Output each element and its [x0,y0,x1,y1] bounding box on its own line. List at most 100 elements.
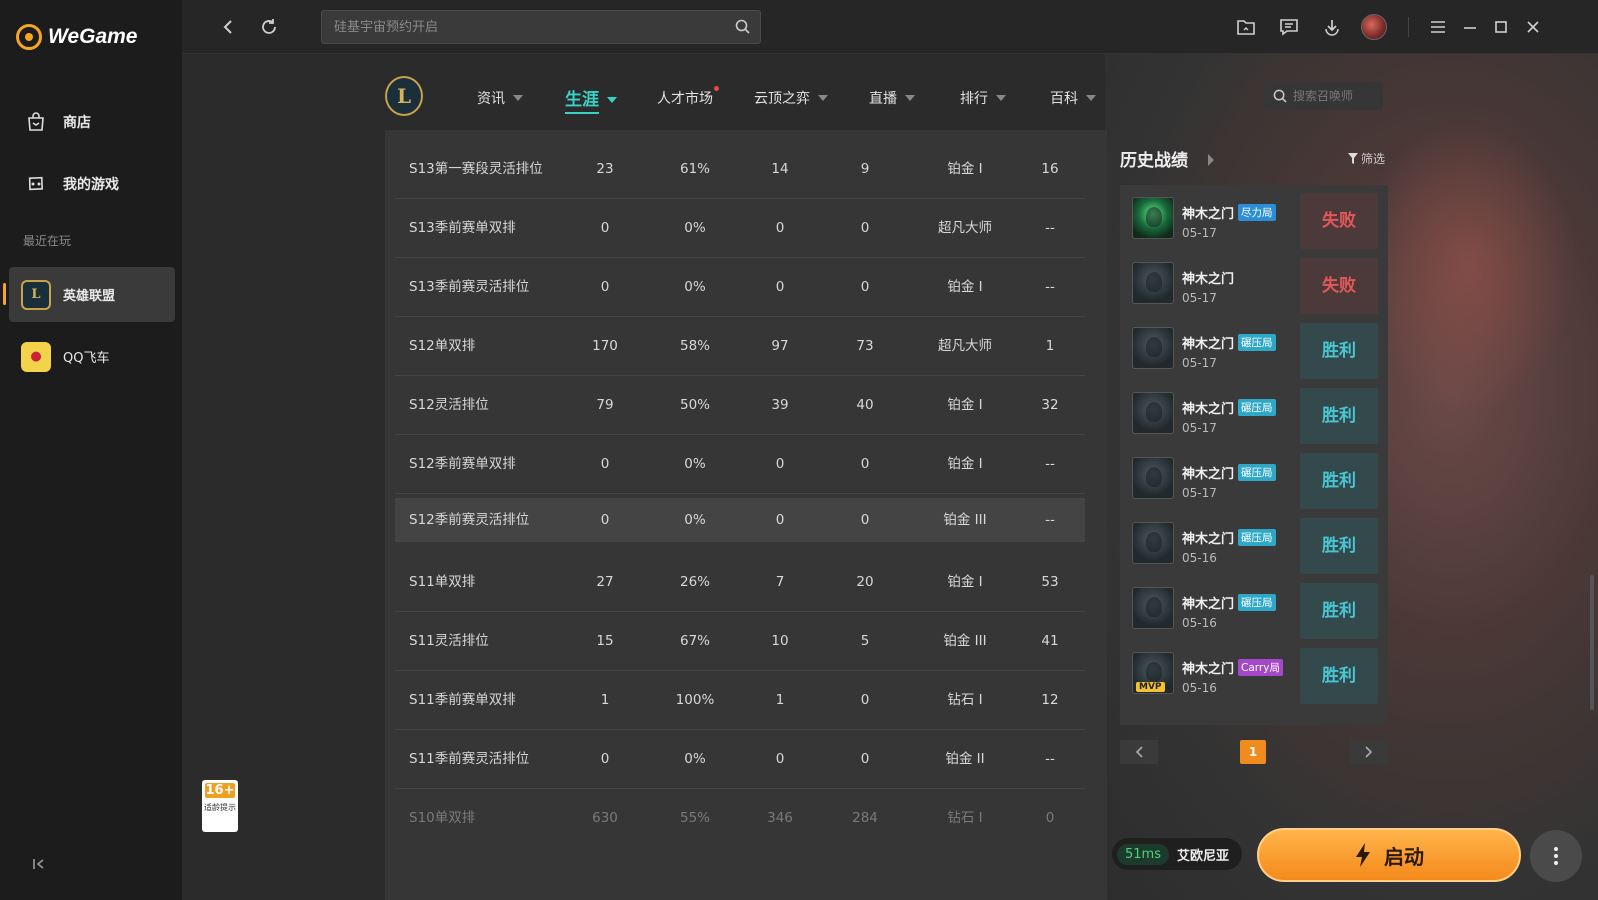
table-cell: 铂金 I [947,456,983,472]
table-cell: 超凡大师 [938,220,992,236]
nav-tab-news[interactable]: 资讯 [477,88,523,108]
minimize-button[interactable] [1456,13,1484,41]
champion-avatar [1132,262,1174,304]
match-result: 胜利 [1300,518,1378,574]
match-tag: 尽力局 [1238,204,1276,221]
sidebar-item-shop[interactable]: 商店 [9,98,175,146]
table-cell: 284 [852,810,878,826]
user-avatar[interactable] [1360,13,1388,41]
table-row[interactable]: S13季前赛灵活排位 0 0% 0 0 铂金 I -- [395,258,1085,317]
table-cell: 铂金 III [943,512,987,528]
table-row[interactable]: S11灵活排位 15 67% 10 5 铂金 III 41 [395,612,1085,671]
back-button[interactable] [214,13,242,41]
table-row[interactable]: S10单双排 630 55% 346 284 钻石 I 0 [395,789,1085,848]
chevron-right-icon [1365,746,1373,758]
match-history-title[interactable]: 历史战绩 [1120,146,1188,171]
folder-button[interactable] [1232,13,1260,41]
table-row[interactable]: S13第一赛段灵活排位 23 61% 14 9 铂金 I 16 [395,140,1085,199]
table-row[interactable]: S11季前赛灵活排位 0 0% 0 0 铂金 II -- [395,730,1085,789]
table-cell: 0% [684,279,706,295]
match-map-name: 神木之门 碾压局 [1182,593,1276,612]
download-icon [1325,20,1339,36]
table-cell: 170 [592,338,618,354]
match-history-item[interactable]: 神木之门 尽力局 05-17 失败 [1132,189,1378,249]
table-row[interactable]: S13季前赛单双排 0 0% 0 0 超凡大师 -- [395,199,1085,258]
refresh-button[interactable] [255,13,283,41]
match-history-item[interactable]: 神木之门 碾压局 05-16 胜利 [1132,579,1378,639]
table-cell: 16 [1041,161,1059,177]
table-row[interactable]: S12单双排 170 58% 97 73 超凡大师 1 [395,317,1085,376]
table-cell: -- [1045,512,1055,528]
filter-button[interactable]: 筛选 [1348,150,1385,167]
match-result: 胜利 [1300,648,1378,704]
global-search [321,10,761,44]
downloads-button[interactable] [1318,13,1346,41]
history-pagination: 1 [1120,740,1388,764]
table-cell: 1 [1045,338,1055,354]
table-cell: S11灵活排位 [409,633,489,649]
search-icon[interactable] [735,19,750,38]
table-cell: 铂金 I [947,279,983,295]
search-icon[interactable] [1273,89,1287,103]
summoner-search-input[interactable] [1293,89,1378,103]
match-history-item[interactable]: 神木之门 05-17 失败 [1132,254,1378,314]
table-cell: S10单双排 [409,810,476,826]
sidebar-item-label: 商店 [63,115,91,131]
sidebar-game-qq-speed[interactable]: ● QQ飞车 [9,329,175,384]
messages-button[interactable] [1275,13,1303,41]
sidebar-game-lol[interactable]: L 英雄联盟 [3,267,175,322]
table-row[interactable]: S12季前赛灵活排位 0 0% 0 0 铂金 III -- [395,498,1085,542]
table-cell: -- [1045,279,1055,295]
table-cell: 铂金 I [947,574,983,590]
collapse-sidebar-button[interactable] [30,855,48,873]
table-cell: 0 [860,512,870,528]
table-cell: 7 [775,574,785,590]
server-selector[interactable]: 51ms 艾欧尼亚 [1112,838,1242,870]
ping-value: 51ms [1117,843,1169,865]
table-cell: 0 [860,456,870,472]
match-history-item[interactable]: MVP 神木之门 Carry局 05-16 胜利 [1132,644,1378,704]
minimize-icon [1464,27,1476,29]
match-map-name: 神木之门 碾压局 [1182,528,1276,547]
table-cell: S13季前赛灵活排位 [409,279,530,295]
page-number[interactable]: 1 [1240,740,1266,764]
table-row[interactable]: S12季前赛单双排 0 0% 0 0 铂金 I -- [395,435,1085,494]
game-nav: L 资讯 生涯 人才市场 云顶之弈 直播 排行 百科 [385,76,1383,120]
page-scrollbar[interactable] [1590,575,1594,710]
match-history-item[interactable]: 神木之门 碾压局 05-17 胜利 [1132,449,1378,509]
chevron-right-icon[interactable] [1208,154,1214,166]
more-options-button[interactable] [1530,830,1582,882]
global-search-input[interactable] [322,11,722,43]
table-row[interactable]: S11单双排 27 26% 7 20 铂金 I 53 [395,553,1085,612]
table-cell: 26% [679,574,710,590]
maximize-button[interactable] [1487,13,1515,41]
main-menu-button[interactable] [1424,13,1452,41]
sidebar-item-my-games[interactable]: 我的游戏 [9,160,175,208]
wegame-logo[interactable]: WeGame [16,24,138,50]
folder-icon [1237,20,1255,35]
table-cell: -- [1045,751,1055,767]
nav-tab-live[interactable]: 直播 [869,88,915,108]
close-button[interactable] [1519,13,1547,41]
table-row[interactable]: S12灵活排位 79 50% 39 40 铂金 I 32 [395,376,1085,435]
nav-tab-tft[interactable]: 云顶之弈 [754,88,828,108]
nav-tab-ranking[interactable]: 排行 [960,88,1006,108]
close-icon [1527,21,1539,33]
nav-tab-talent-market[interactable]: 人才市场 [657,86,719,108]
table-cell: 39 [771,397,789,413]
launch-button[interactable]: 启动 [1257,828,1521,882]
match-history-item[interactable]: 神木之门 碾压局 05-17 胜利 [1132,319,1378,379]
launch-button-label: 启动 [1384,844,1424,869]
table-row[interactable]: S11季前赛单双排 1 100% 1 0 钻石 I 12 [395,671,1085,730]
nav-tab-wiki[interactable]: 百科 [1050,88,1096,108]
table-cell: S12单双排 [409,338,476,354]
table-cell: 61% [679,161,710,177]
match-history-item[interactable]: 神木之门 碾压局 05-17 胜利 [1132,384,1378,444]
nav-tab-career[interactable]: 生涯 [565,85,617,114]
table-cell: 超凡大师 [938,338,992,354]
lol-logo[interactable]: L [385,76,423,116]
match-tag: 碾压局 [1238,334,1276,351]
match-history-item[interactable]: 神木之门 碾压局 05-16 胜利 [1132,514,1378,574]
next-page-button[interactable] [1350,740,1388,764]
prev-page-button[interactable] [1120,740,1158,764]
